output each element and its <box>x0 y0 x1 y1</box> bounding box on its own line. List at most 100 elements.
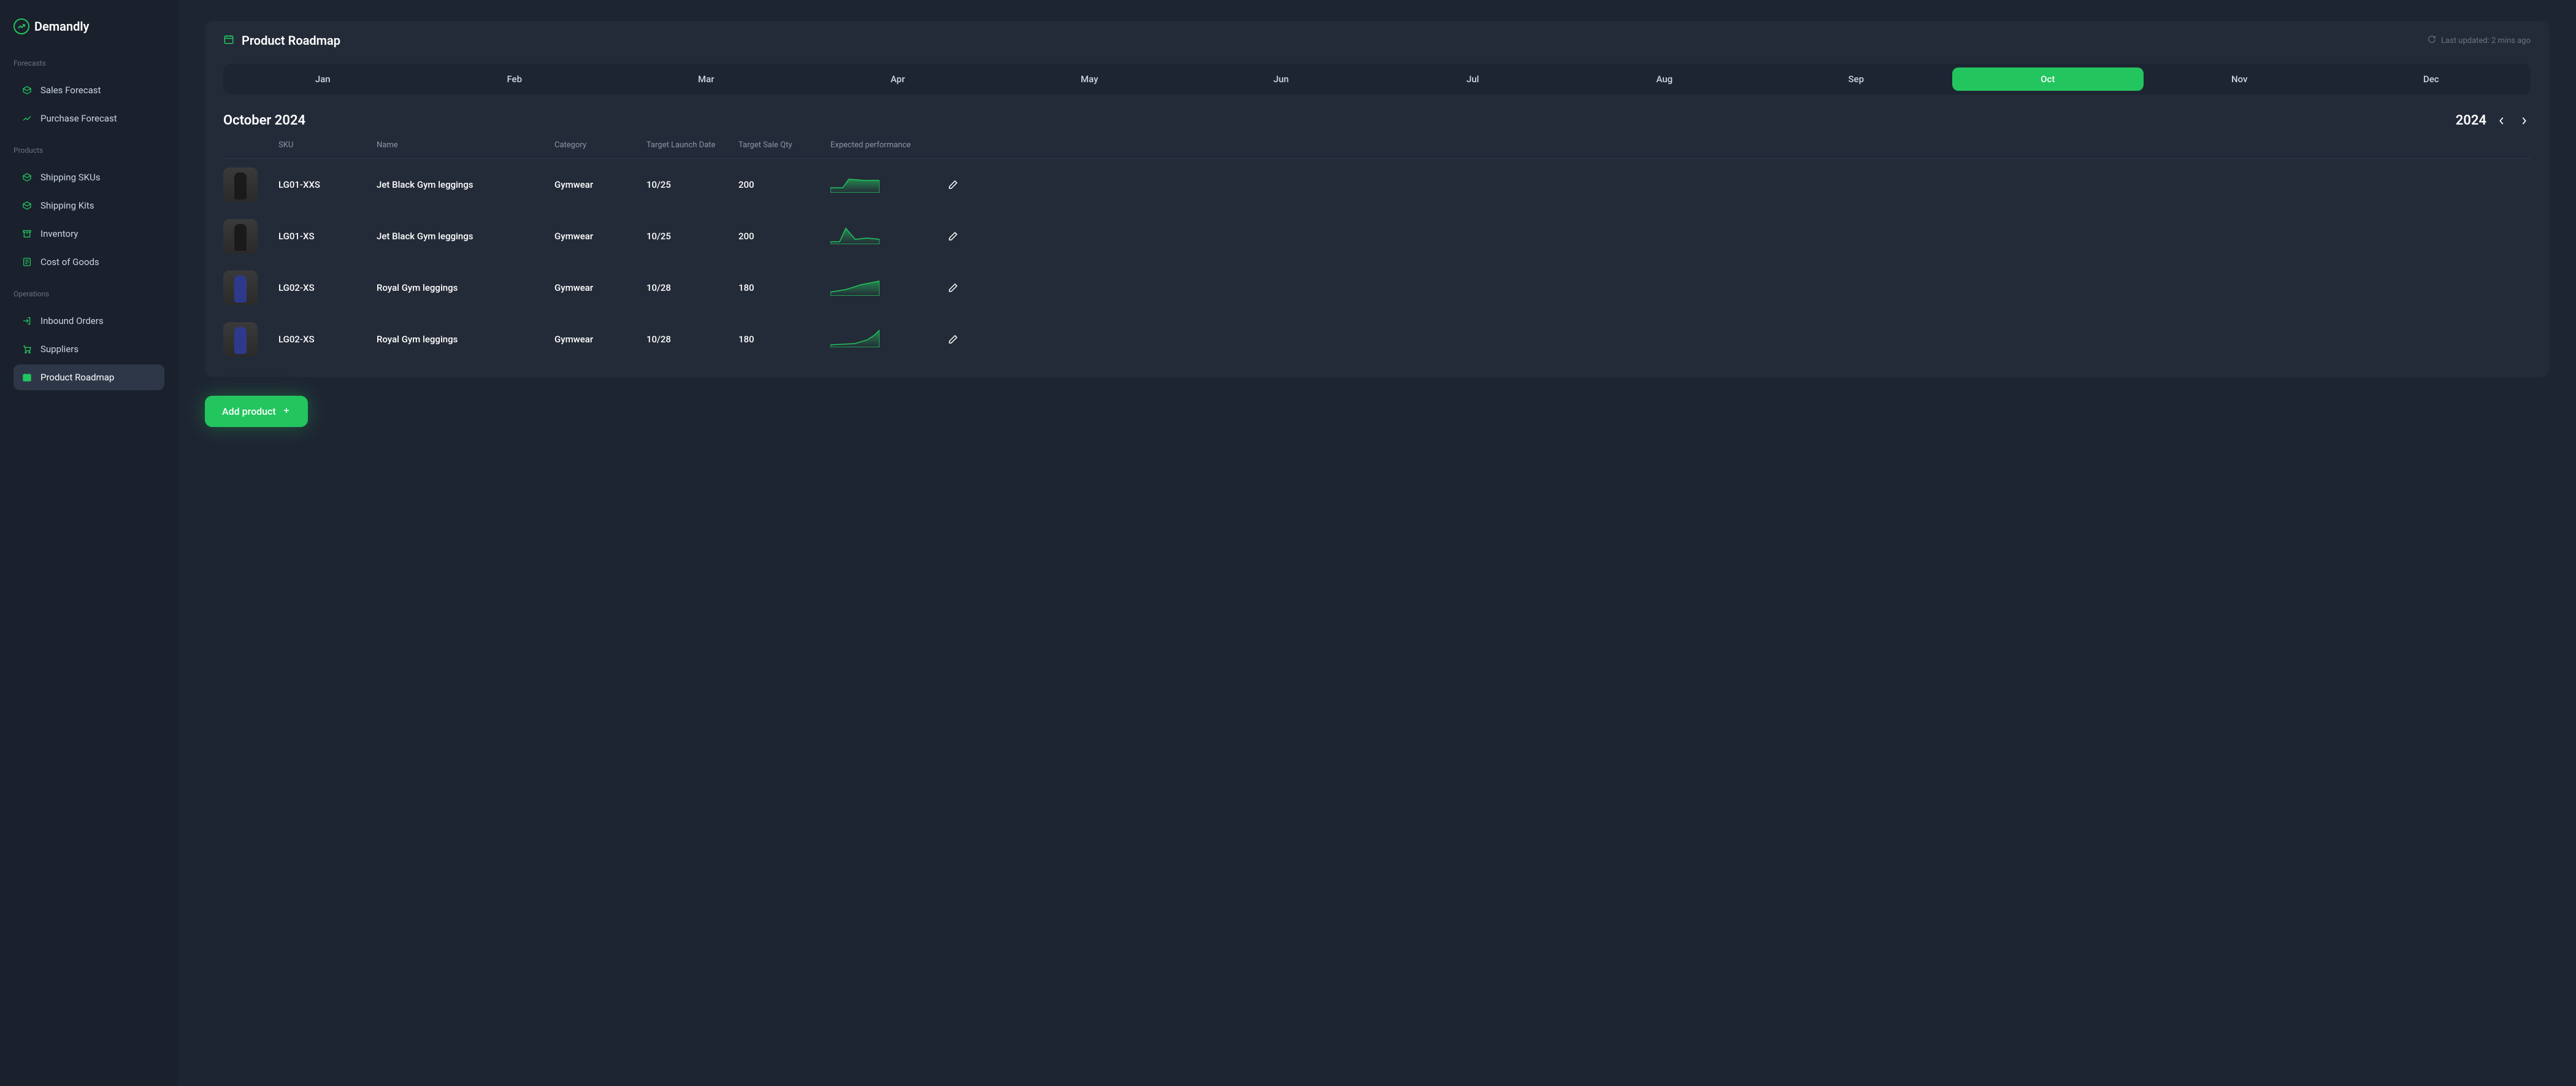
add-product-button[interactable]: Add product <box>205 396 308 427</box>
period-row: October 2024 2024 <box>223 113 2531 128</box>
column-header: Target Sale Qty <box>738 141 830 150</box>
sidebar-item-label: Shipping Kits <box>40 200 94 211</box>
month-tab-sep[interactable]: Sep <box>1760 67 1952 91</box>
cart-icon <box>22 344 32 354</box>
sidebar-item-inbound-orders[interactable]: Inbound Orders <box>13 308 164 334</box>
main-content: Product Roadmap Last updated: 2 mins ago… <box>178 0 2576 1086</box>
sidebar-item-label: Inventory <box>40 228 78 239</box>
column-header <box>935 141 972 150</box>
cell-category: Gymwear <box>554 179 646 190</box>
sidebar-item-suppliers[interactable]: Suppliers <box>13 336 164 362</box>
cell-sparkline <box>830 277 935 298</box>
cell-name: Jet Black Gym leggings <box>377 179 554 190</box>
table-header: SKUNameCategoryTarget Launch DateTarget … <box>223 141 2531 159</box>
trend-icon <box>22 114 32 123</box>
calendar-icon <box>223 34 234 47</box>
period-label: October 2024 <box>223 113 305 128</box>
cell-sku: LG02-XS <box>278 282 377 293</box>
month-tab-oct[interactable]: Oct <box>1952 67 2144 91</box>
month-tab-mar[interactable]: Mar <box>610 67 802 91</box>
section-label: Products <box>13 146 164 155</box>
month-tab-apr[interactable]: Apr <box>802 67 994 91</box>
edit-button[interactable] <box>935 334 972 345</box>
year-prev-button[interactable] <box>2495 114 2509 128</box>
archive-icon <box>22 229 32 239</box>
product-thumbnail <box>223 271 258 305</box>
table-row: LG02-XSRoyal Gym leggingsGymwear10/28180 <box>223 262 2531 314</box>
year-navigation: 2024 <box>2456 113 2531 128</box>
cell-category: Gymwear <box>554 334 646 345</box>
cell-name: Royal Gym leggings <box>377 334 554 345</box>
month-tab-jan[interactable]: Jan <box>227 67 419 91</box>
year-next-button[interactable] <box>2517 114 2531 128</box>
sidebar-item-shipping-skus[interactable]: Shipping SKUs <box>13 164 164 190</box>
edit-button[interactable] <box>935 231 972 242</box>
section-label: Operations <box>13 290 164 298</box>
package-icon <box>22 85 32 95</box>
column-header: Category <box>554 141 646 150</box>
cell-launch-date: 10/28 <box>646 282 738 293</box>
logo-icon <box>13 18 29 34</box>
cell-name: Royal Gym leggings <box>377 282 554 293</box>
card-header: Product Roadmap Last updated: 2 mins ago <box>223 33 2531 48</box>
year-label: 2024 <box>2456 113 2486 128</box>
product-thumbnail <box>223 322 258 356</box>
sidebar-item-label: Sales Forecast <box>40 85 101 96</box>
column-header: SKU <box>278 141 377 150</box>
month-tabs: JanFebMarAprMayJunJulAugSepOctNovDec <box>223 64 2531 94</box>
cell-name: Jet Black Gym leggings <box>377 231 554 242</box>
brand-logo: Demandly <box>13 18 164 34</box>
month-tab-jun[interactable]: Jun <box>1186 67 1378 91</box>
updated-text: Last updated: 2 mins ago <box>2441 36 2531 45</box>
cell-sparkline <box>830 329 935 350</box>
add-product-label: Add product <box>222 406 276 417</box>
sidebar-item-cost-of-goods[interactable]: Cost of Goods <box>13 249 164 275</box>
cell-category: Gymwear <box>554 231 646 242</box>
sidebar-item-label: Purchase Forecast <box>40 113 117 124</box>
month-tab-may[interactable]: May <box>994 67 1186 91</box>
product-thumbnail <box>223 168 258 202</box>
cell-sparkline <box>830 226 935 247</box>
plus-icon <box>282 406 291 417</box>
month-tab-feb[interactable]: Feb <box>419 67 611 91</box>
table-row: LG01-XSJet Black Gym leggingsGymwear10/2… <box>223 210 2531 262</box>
cell-qty: 180 <box>738 282 830 293</box>
page-title: Product Roadmap <box>242 33 340 48</box>
sidebar-item-product-roadmap[interactable]: Product Roadmap <box>13 364 164 390</box>
table-body: LG01-XXSJet Black Gym leggingsGymwear10/… <box>223 159 2531 365</box>
edit-button[interactable] <box>935 282 972 293</box>
roadmap-card: Product Roadmap Last updated: 2 mins ago… <box>205 21 2549 377</box>
month-tab-aug[interactable]: Aug <box>1569 67 1761 91</box>
cell-sparkline <box>830 174 935 195</box>
sidebar-item-label: Suppliers <box>40 344 79 355</box>
cell-qty: 180 <box>738 334 830 345</box>
column-header: Expected performance <box>830 141 935 150</box>
package-icon <box>22 201 32 210</box>
list-icon <box>22 257 32 267</box>
column-header: Target Launch Date <box>646 141 738 150</box>
sidebar-item-shipping-kits[interactable]: Shipping Kits <box>13 193 164 218</box>
sidebar-item-label: Shipping SKUs <box>40 172 101 183</box>
table-row: LG01-XXSJet Black Gym leggingsGymwear10/… <box>223 159 2531 210</box>
sidebar-item-sales-forecast[interactable]: Sales Forecast <box>13 77 164 103</box>
sidebar-item-label: Product Roadmap <box>40 372 114 383</box>
sidebar-item-inventory[interactable]: Inventory <box>13 221 164 247</box>
edit-button[interactable] <box>935 179 972 190</box>
month-tab-jul[interactable]: Jul <box>1377 67 1569 91</box>
cell-sku: LG01-XS <box>278 231 377 242</box>
enter-icon <box>22 316 32 326</box>
table-row: LG02-XSRoyal Gym leggingsGymwear10/28180 <box>223 314 2531 365</box>
cell-launch-date: 10/25 <box>646 231 738 242</box>
calendar-icon <box>22 372 32 382</box>
package-icon <box>22 172 32 182</box>
column-header: Name <box>377 141 554 150</box>
brand-name: Demandly <box>34 19 89 34</box>
month-tab-dec[interactable]: Dec <box>2336 67 2528 91</box>
sidebar-item-purchase-forecast[interactable]: Purchase Forecast <box>13 106 164 131</box>
last-updated: Last updated: 2 mins ago <box>2428 35 2531 46</box>
products-table: SKUNameCategoryTarget Launch DateTarget … <box>223 141 2531 365</box>
month-tab-nov[interactable]: Nov <box>2144 67 2336 91</box>
cell-qty: 200 <box>738 231 830 242</box>
section-label: Forecasts <box>13 59 164 67</box>
cell-qty: 200 <box>738 179 830 190</box>
